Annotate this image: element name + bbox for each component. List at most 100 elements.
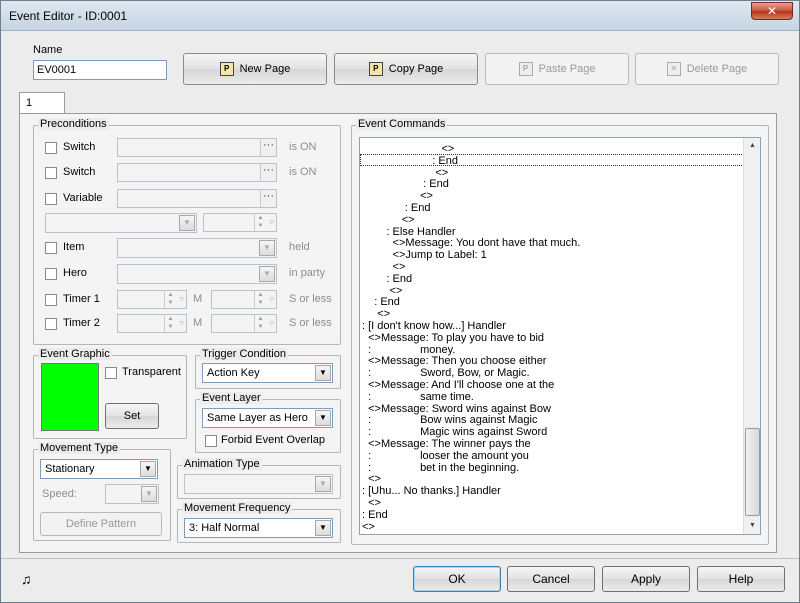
name-input[interactable] [33,60,167,80]
title-bar: Event Editor - ID:0001 ✕ [1,1,799,31]
delete-page-button[interactable]: ✕ Delete Page [635,53,779,85]
switch2-browse-button[interactable]: ··· [260,164,276,181]
command-line[interactable]: <> [362,167,448,179]
timer2-minutes-spinner[interactable]: ▲ ▼ ○ [117,314,187,333]
variable-value-spinner[interactable]: ▲ ▼ ○ [203,213,277,232]
spinner-arrows-icon[interactable]: ▲ ▼ [254,214,266,231]
transparent-checkbox[interactable] [105,367,117,379]
event-layer-select[interactable]: Same Layer as Hero ▼ [202,408,333,428]
scroll-thumb[interactable] [745,428,760,516]
command-line[interactable]: : End [362,509,388,521]
paste-page-button[interactable]: P Paste Page [485,53,629,85]
speed-select[interactable]: ▼ [105,484,159,504]
chevron-down-icon: ▼ [315,365,331,381]
movement-frequency-select[interactable]: 3: Half Normal ▼ [184,518,333,538]
tab-label: 1 [26,97,33,109]
variable-field[interactable]: ··· [117,189,277,208]
command-line[interactable]: : [I don't know how...] Handler [362,320,506,332]
command-line[interactable]: <>Message: Sword wins against Bow [362,403,551,415]
music-note-icon[interactable]: ♫ [21,571,32,587]
command-line[interactable]: <> [362,190,433,202]
command-line[interactable]: <> [362,308,390,320]
variable-checkbox[interactable] [45,193,57,205]
command-line[interactable]: <> [362,285,403,297]
animation-type-select[interactable]: ▼ [184,474,333,494]
command-line[interactable]: : Sword, Bow, or Magic. [362,367,529,379]
close-button[interactable]: ✕ [751,2,793,20]
spinner-circle-icon: ○ [269,294,274,303]
spinner-arrows-icon[interactable]: ▲ ▼ [254,291,266,308]
timer2-seconds-spinner[interactable]: ▲ ▼ ○ [211,314,277,333]
command-line[interactable]: <> [362,497,381,509]
cancel-button[interactable]: Cancel [507,566,595,592]
ok-label: OK [448,572,466,586]
command-line[interactable]: <> [362,143,454,155]
event-commands-list[interactable]: <> : End <> : End <> : End <> : Else Han… [359,137,761,535]
spinner-arrows-icon[interactable]: ▲ ▼ [254,315,266,332]
switch2-checkbox[interactable] [45,167,57,179]
command-line[interactable]: <>Message: Then you choose either [362,355,546,367]
command-line[interactable]: <>Jump to Label: 1 [362,249,487,261]
new-page-button[interactable]: P New Page [183,53,327,85]
command-line[interactable]: <> [362,521,375,533]
command-line[interactable]: <> [362,261,406,273]
forbid-overlap-checkbox[interactable] [205,435,217,447]
chevron-down-icon: ▼ [259,266,275,282]
command-line[interactable]: : Else Handler [362,226,455,238]
timer2-label: Timer 2 [63,317,100,329]
switch1-checkbox[interactable] [45,142,57,154]
command-line[interactable]: : Bow wins against Magic [362,414,537,426]
timer1-minutes-spinner[interactable]: ▲ ▼ ○ [117,290,187,309]
command-line[interactable]: <>Message: You dont have that much. [362,237,581,249]
command-line[interactable]: <>Message: The winner pays the [362,438,530,450]
vertical-scrollbar[interactable]: ▲ ▼ [743,138,760,534]
variable-operator-select[interactable]: ▼ [45,213,197,233]
command-line[interactable]: : looser the amount you [362,450,529,462]
command-line[interactable]: : End [362,178,449,190]
movement-type-value: Stationary [45,463,95,475]
command-line[interactable]: : End [362,273,412,285]
command-line[interactable]: <> [362,214,415,226]
spinner-arrows-icon[interactable]: ▲ ▼ [164,315,176,332]
command-line[interactable]: <>Message: And I'll choose one at the [362,379,554,391]
tab-page-1[interactable]: 1 [19,92,65,114]
chevron-down-icon: ▼ [315,410,331,426]
hero-checkbox[interactable] [45,268,57,280]
hero-select[interactable]: ▼ [117,264,277,284]
variable-browse-button[interactable]: ··· [260,190,276,207]
command-line[interactable]: : End [362,202,431,214]
command-line[interactable]: : End [362,296,400,308]
define-pattern-button[interactable]: Define Pattern [40,512,162,536]
ok-button[interactable]: OK [413,566,501,592]
event-graphic-preview[interactable] [41,363,99,431]
help-button[interactable]: Help [697,566,785,592]
timer2-checkbox[interactable] [45,318,57,330]
trigger-condition-select[interactable]: Action Key ▼ [202,363,333,383]
command-line[interactable]: : [Uhu... No thanks.] Handler [362,485,501,497]
command-line[interactable]: : same time. [362,391,474,403]
item-checkbox[interactable] [45,242,57,254]
command-line[interactable]: <>Message: To play you have to bid [362,332,544,344]
hero-suffix: in party [289,267,326,279]
item-select[interactable]: ▼ [117,238,277,258]
timer1-seconds-spinner[interactable]: ▲ ▼ ○ [211,290,277,309]
command-line[interactable]: : End [362,155,458,167]
timer1-checkbox[interactable] [45,294,57,306]
switch1-browse-button[interactable]: ··· [260,139,276,156]
movement-type-select[interactable]: Stationary ▼ [40,459,158,479]
spinner-arrows-icon[interactable]: ▲ ▼ [164,291,176,308]
command-line[interactable]: : bet in the beginning. [362,462,519,474]
command-line[interactable]: : Magic wins against Sword [362,426,547,438]
scroll-up-icon[interactable]: ▲ [745,139,760,153]
scroll-down-icon[interactable]: ▼ [745,519,760,533]
hero-label: Hero [63,267,87,279]
set-graphic-button[interactable]: Set [105,403,159,429]
copy-page-button[interactable]: P Copy Page [334,53,478,85]
switch1-field[interactable]: ··· [117,138,277,157]
close-icon[interactable]: ✕ [767,4,777,18]
command-line[interactable]: : money. [362,344,455,356]
switch2-field[interactable]: ··· [117,163,277,182]
apply-button[interactable]: Apply [602,566,690,592]
command-line[interactable]: <> [362,473,381,485]
event-commands-label: Event Commands [356,118,448,130]
